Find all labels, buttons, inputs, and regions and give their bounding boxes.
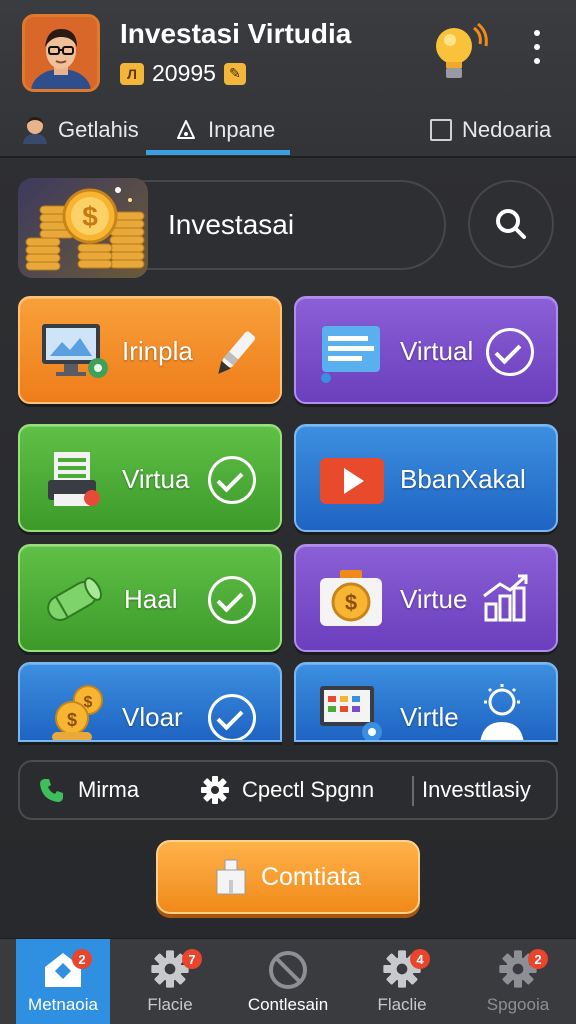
coin-stack-icon: $ [18,178,148,278]
bottom-nav: 2 Metnaoia 7 Flacie Contlesain 4 Flaclie… [0,938,576,1024]
action-label: Investtlasiy [422,777,531,802]
notification-badge: 2 [528,949,548,969]
cash-roll-icon [47,577,102,621]
tile-label: BbanXakal [400,464,526,494]
notification-badge: 7 [182,949,202,969]
tile-virtle[interactable]: Virtle [294,662,558,742]
money-camera-icon: $ [320,570,382,626]
tile-label: Virtual [400,336,474,366]
hero-label: Investasai [168,209,295,240]
tile-label: Virtle [400,702,459,732]
nav-label: Flaclie [377,995,427,1014]
app-header: Investasi Virtudia Л 20995 ✎ Getlahis In… [0,0,576,158]
tab-label: Nedoaria [462,117,552,142]
check-circle-icon [208,456,256,504]
edit-icon[interactable]: ✎ [223,62,246,85]
tab-nedoaria[interactable]: Nedoaria [430,104,551,156]
tab-inpane[interactable]: Inpane [174,104,275,156]
notification-badge: 2 [72,949,92,969]
nav-metnaoia[interactable]: 2 Metnaoia [16,939,110,1024]
action-cpectl-spgnn[interactable]: Cpectl Spgnn [200,762,374,818]
avatar-portrait-icon [25,17,97,89]
tile-label: Vloar [122,702,183,732]
document-list-icon [321,326,380,383]
nav-label: Spgooia [486,995,550,1014]
marker-pen-icon [218,331,256,374]
tab-label: Inpane [208,117,276,142]
svg-text:$: $ [82,201,98,232]
action-mirma[interactable]: Mirma [38,762,139,818]
coin-icon: Л [120,62,144,85]
nav-spgooia[interactable]: 2 Spgooia [470,939,566,1024]
search-button[interactable] [468,180,554,268]
cta-label: Comtiata [260,862,362,891]
package-icon [216,859,246,895]
svg-text:$: $ [345,590,357,615]
tab-getlahis[interactable]: Getlahis [22,104,139,156]
tile-irinpla[interactable]: Irinpla [18,296,282,404]
check-circle-icon [208,694,256,740]
nav-label: Flacie [147,995,193,1014]
tile-label: Haal [124,584,178,614]
app-title: Investasi Virtudia [120,18,352,49]
check-circle-icon [208,576,256,624]
profile-icon [23,117,47,144]
check-circle-icon [486,328,534,376]
coin-value: 20995 [152,60,216,86]
app-root: Investasi Virtudia Л 20995 ✎ Getlahis In… [0,0,576,1024]
action-investtlasiy[interactable]: Investtlasiy [422,762,531,818]
idea-person-icon [480,684,524,740]
tile-haal[interactable]: Haal [18,544,282,652]
notification-badge: 4 [410,949,430,969]
coin-balance: Л 20995 ✎ [120,60,246,87]
avatar[interactable] [22,14,100,92]
nav-label: Metnaoia [28,995,98,1014]
search-icon [496,209,526,239]
monitor-settings-icon [42,324,108,378]
tile-virtue[interactable]: $ Virtue [294,544,558,652]
nav-contlesain[interactable]: Contlesain [238,939,338,1024]
action-label: Cpectl Spgnn [242,777,375,802]
tile-label: Virtue [400,584,468,614]
checkbox-icon [430,119,452,141]
action-label: Mirma [78,777,140,802]
nav-flacie[interactable]: 7 Flacie [122,939,218,1024]
video-play-icon [320,458,384,504]
tile-bbanxakal[interactable]: BbanXakal [294,424,558,532]
dashboard-settings-icon [320,686,382,740]
action-bar: Mirma Cpectl Spgnn Investtlasiy [18,760,558,820]
action-divider [412,776,414,806]
nav-label: Contlesain [247,995,329,1014]
tile-label: Irinpla [122,336,193,366]
tile-virtua[interactable]: Virtua [18,424,282,532]
growth-chart-icon [483,574,528,622]
primary-cta-button[interactable]: Comtiata [156,840,420,914]
bell-icon [177,120,195,139]
active-tab-indicator [146,150,290,155]
printer-report-icon [48,452,100,506]
kebab-menu-icon[interactable] [528,30,546,64]
svg-text:$: $ [67,710,77,730]
lightbulb-icon[interactable] [432,20,488,84]
gear-icon [201,776,229,804]
tile-label: Virtua [122,464,190,494]
tile-virtual[interactable]: Virtual [294,296,558,404]
block-icon [269,951,307,989]
coins-icon: $ $ [52,685,103,740]
phone-icon [40,779,63,802]
tile-vloar[interactable]: $ $ Vloar [18,662,282,742]
tab-label: Getlahis [58,117,139,142]
nav-flaclie[interactable]: 4 Flaclie [354,939,450,1024]
